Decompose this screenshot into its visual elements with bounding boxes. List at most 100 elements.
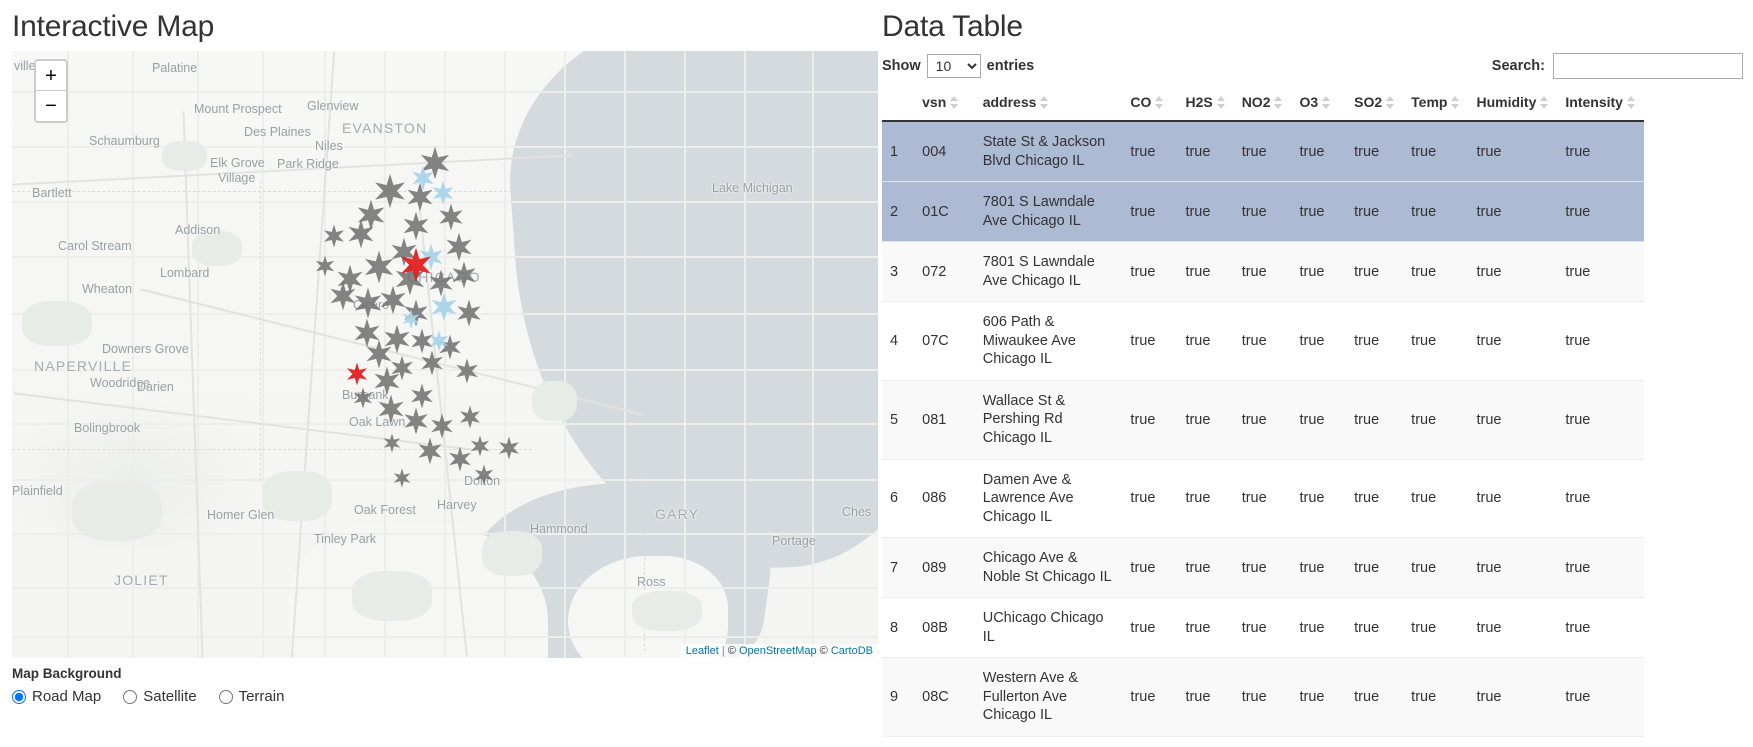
- column-header-humidity[interactable]: Humidity: [1468, 88, 1558, 122]
- map-background-radio[interactable]: [123, 689, 138, 704]
- cell-co: true: [1122, 657, 1178, 738]
- table-head: vsn address CO H2S NO2 O3 SO2 Temp Humidity Inten…: [882, 88, 1644, 122]
- map-road-line: [132, 51, 134, 658]
- map-road-line: [67, 51, 69, 658]
- zoom-out-button[interactable]: −: [36, 91, 66, 121]
- cell-h2s: true: [1177, 181, 1234, 243]
- map-marker-star-icon[interactable]: [437, 203, 465, 231]
- map-background-radio[interactable]: [12, 689, 26, 704]
- column-header-o3[interactable]: O3: [1291, 88, 1347, 122]
- column-header-address[interactable]: address: [974, 88, 1123, 122]
- map-background-option-road-map[interactable]: Road Map: [12, 688, 101, 705]
- map-marker-star-icon[interactable]: [458, 405, 482, 429]
- cell-so2: true: [1346, 241, 1404, 303]
- map-background-option-satellite[interactable]: Satellite: [123, 688, 197, 705]
- cell-vsn: 072: [914, 241, 975, 303]
- column-header-vsn[interactable]: vsn: [914, 88, 975, 122]
- table-row[interactable]: 8 08B UChicago Chicago IL true true true true t…: [882, 597, 1644, 659]
- entries-length-control[interactable]: Show 102550100 entries: [882, 54, 1034, 78]
- table-row[interactable]: 4 07C 606 Path & Miwaukee Ave Chicago IL tr…: [882, 301, 1644, 381]
- map-marker-star-icon[interactable]: [428, 330, 450, 352]
- map-marker-star-icon[interactable]: [335, 264, 365, 294]
- map-marker-star-icon[interactable]: [450, 261, 478, 289]
- table-row[interactable]: 9 08C Western Ave & Fullerton Ave Chicago …: [882, 657, 1644, 738]
- map-marker-star-icon[interactable]: [497, 436, 521, 460]
- zoom-in-button[interactable]: +: [36, 61, 66, 91]
- leaflet-map[interactable]: ville Palatine Mount Prospect Glenview EVANS…: [12, 51, 878, 658]
- map-marker-star-icon[interactable]: [402, 407, 430, 435]
- column-header-so2[interactable]: SO2: [1346, 88, 1404, 122]
- table-row[interactable]: 7 089 Chicago Ave & Noble St Chicago IL tru…: [882, 537, 1644, 599]
- map-marker-star-icon[interactable]: [352, 387, 374, 409]
- map-marker-star-icon[interactable]: [362, 250, 396, 284]
- entries-per-page-select[interactable]: 102550100: [926, 54, 981, 78]
- cell-address: 606 Path & Miwaukee Ave Chicago IL: [974, 301, 1123, 381]
- map-marker-star-icon[interactable]: [372, 366, 402, 396]
- datatable-controls: Show 102550100 entries Search:: [878, 53, 1753, 79]
- cell-intensity: true: [1557, 241, 1644, 303]
- carto-copyright-prefix: ©: [816, 645, 831, 657]
- cell-co: true: [1122, 121, 1178, 183]
- cell-co: true: [1122, 380, 1178, 460]
- table-row[interactable]: 5 081 Wallace St & Pershing Rd Chicago IL t…: [882, 380, 1644, 460]
- map-marker-star-icon[interactable]: [392, 468, 412, 488]
- map-marker-star-icon[interactable]: [382, 433, 402, 453]
- cell-intensity: true: [1557, 736, 1644, 747]
- map-marker-star-icon[interactable]: [322, 224, 346, 248]
- cartodb-link[interactable]: CartoDB: [831, 645, 873, 657]
- map-marker-star-icon[interactable]: [454, 358, 480, 384]
- cell-humidity: true: [1468, 537, 1558, 599]
- cell-so2: true: [1346, 459, 1404, 539]
- map-road-line: [684, 51, 686, 658]
- map-marker-star-icon[interactable]: [455, 299, 483, 327]
- map-road-line: [744, 51, 746, 658]
- attribution-separator: |: [718, 645, 728, 657]
- map-zoom-control[interactable]: + −: [34, 59, 68, 123]
- cell-address: UChicago Chicago IL: [974, 597, 1123, 659]
- table-row[interactable]: 1008FClark St & Montrose Ave Chicago ILt…: [882, 736, 1644, 747]
- column-header-intensity[interactable]: Intensity: [1557, 88, 1644, 122]
- column-header-temp[interactable]: Temp: [1403, 88, 1469, 122]
- leaflet-link[interactable]: Leaflet: [686, 645, 719, 657]
- sort-arrows-icon: [1155, 96, 1164, 109]
- search-input[interactable]: [1553, 53, 1743, 79]
- map-road-line: [624, 51, 626, 658]
- map-background-option-terrain[interactable]: Terrain: [218, 688, 284, 705]
- map-marker-star-icon[interactable]: [444, 232, 474, 262]
- sort-arrows-icon: [1626, 96, 1636, 109]
- cell-o3: true: [1291, 301, 1347, 381]
- map-background-title: Map Background: [12, 666, 122, 681]
- table-row[interactable]: 6 086 Damen Ave & Lawrence Ave Chicago IL t…: [882, 459, 1644, 539]
- map-park-area: [352, 571, 432, 621]
- column-header-label: H2S: [1185, 94, 1213, 110]
- table-row[interactable]: 2 01C 7801 S Lawndale Ave Chicago IL true tr…: [882, 181, 1644, 243]
- openstreetmap-link[interactable]: OpenStreetMap: [739, 645, 817, 657]
- map-marker-star-icon[interactable]: [473, 464, 495, 486]
- map-marker-star-icon[interactable]: [398, 247, 434, 283]
- map-marker-star-icon[interactable]: [431, 181, 456, 206]
- map-marker-star-icon[interactable]: [409, 383, 435, 409]
- map-marker-star-icon[interactable]: [314, 255, 336, 277]
- map-background-radio[interactable]: [218, 689, 233, 704]
- map-background-radio-group[interactable]: Road Map Satellite Terrain: [12, 688, 878, 705]
- column-header-co[interactable]: CO: [1122, 88, 1178, 122]
- cell-idx: 9: [882, 657, 915, 738]
- map-marker-star-icon[interactable]: [416, 437, 444, 465]
- cell-temp: true: [1403, 736, 1469, 747]
- cell-no2: true: [1233, 181, 1292, 243]
- table-row[interactable]: 1 004 State St & Jackson Blvd Chicago IL tr…: [882, 121, 1644, 183]
- map-attribution: Leaflet | © OpenStreetMap © CartoDB: [680, 644, 878, 658]
- map-marker-star-icon[interactable]: [346, 219, 376, 249]
- search-control[interactable]: Search:: [1492, 53, 1743, 79]
- cell-idx: 5: [882, 380, 915, 460]
- map-marker-star-icon[interactable]: [345, 362, 369, 386]
- table-row[interactable]: 3 072 7801 S Lawndale Ave Chicago IL true tr…: [882, 241, 1644, 303]
- map-marker-star-icon[interactable]: [419, 350, 445, 376]
- map-marker-star-icon[interactable]: [429, 413, 455, 439]
- column-header-h2s[interactable]: H2S: [1177, 88, 1234, 122]
- column-header-label: Humidity: [1476, 94, 1537, 110]
- cell-no2: true: [1233, 657, 1292, 738]
- column-header-no2[interactable]: NO2: [1233, 88, 1292, 122]
- map-marker-star-icon[interactable]: [469, 435, 491, 457]
- map-marker-star-icon[interactable]: [401, 309, 421, 329]
